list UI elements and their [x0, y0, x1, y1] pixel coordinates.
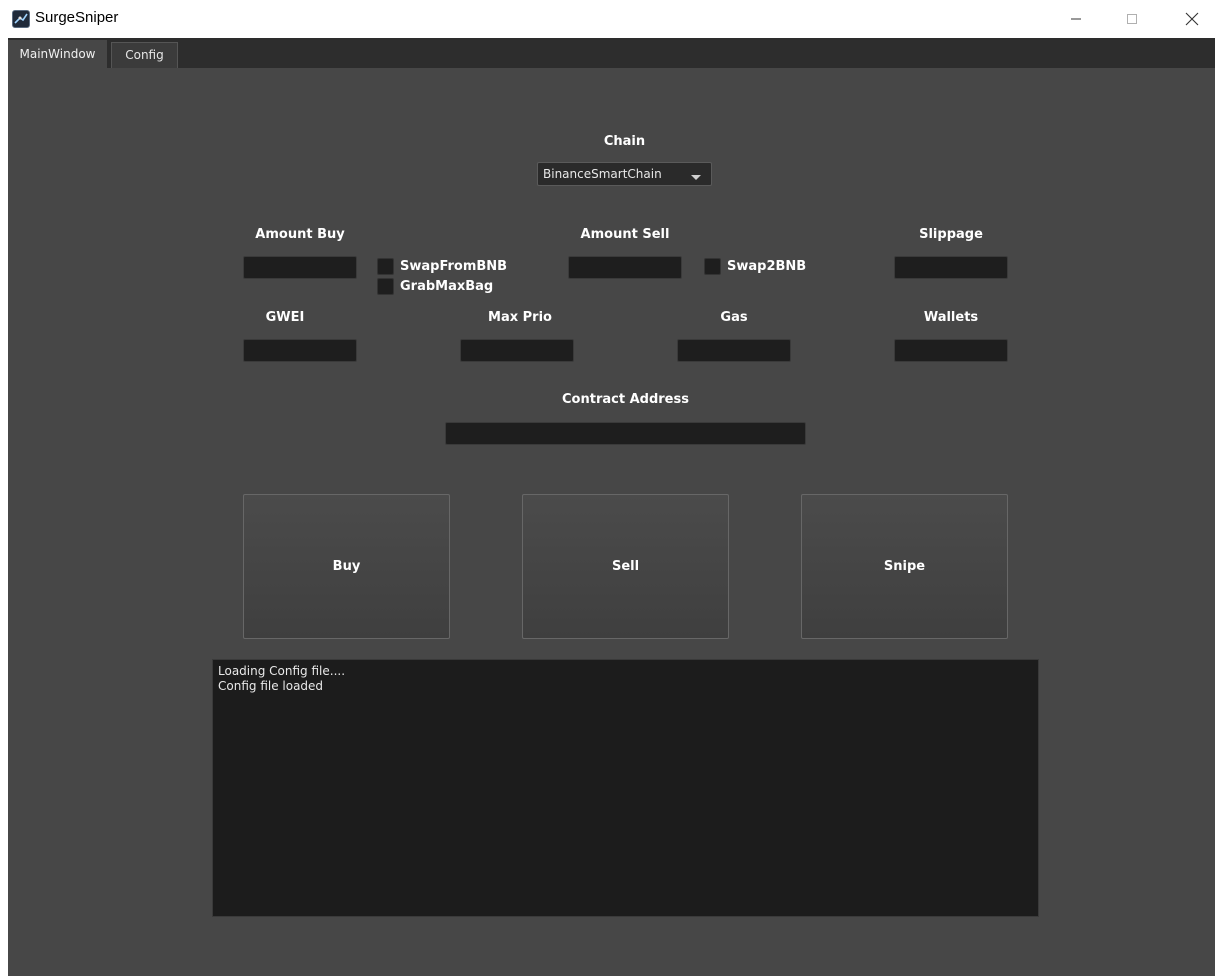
amount-buy-input[interactable] — [243, 256, 357, 279]
chevron-down-icon — [691, 170, 701, 184]
window-title: SurgeSniper — [35, 9, 119, 26]
slippage-input[interactable] — [894, 256, 1008, 279]
contract-address-input[interactable] — [445, 422, 806, 445]
snipe-button[interactable]: Snipe — [801, 494, 1008, 639]
gas-label: Gas — [720, 310, 748, 325]
swap2bnb-box[interactable] — [704, 258, 721, 275]
chain-selected-value: BinanceSmartChain — [543, 167, 662, 181]
tab-mainwindow[interactable]: MainWindow — [8, 40, 107, 68]
slippage-label: Slippage — [919, 227, 983, 242]
grab-max-bag-label: GrabMaxBag — [400, 279, 494, 294]
sell-button[interactable]: Sell — [522, 494, 729, 639]
chain-select[interactable]: BinanceSmartChain — [537, 162, 712, 186]
title-bar: SurgeSniper — [0, 0, 1215, 38]
grab-max-bag-checkbox[interactable]: GrabMaxBag — [377, 278, 493, 295]
wallets-input[interactable] — [894, 339, 1008, 362]
gwei-input[interactable] — [243, 339, 357, 362]
amount-sell-input[interactable] — [568, 256, 682, 279]
max-prio-input[interactable] — [460, 339, 574, 362]
swap-from-bnb-checkbox[interactable]: SwapFromBNB — [377, 258, 507, 275]
maximize-icon[interactable] — [1109, 0, 1155, 38]
swap-from-bnb-box[interactable] — [377, 258, 394, 275]
log-line: Loading Config file.... — [218, 664, 346, 678]
amount-sell-label: Amount Sell — [580, 227, 670, 242]
tab-strip: MainWindow Config — [8, 38, 1215, 68]
close-icon[interactable] — [1169, 0, 1215, 38]
amount-buy-label: Amount Buy — [255, 227, 345, 242]
swap2bnb-checkbox[interactable]: Swap2BNB — [704, 258, 806, 275]
gas-input[interactable] — [677, 339, 791, 362]
swap2bnb-label: Swap2BNB — [727, 259, 807, 274]
contract-address-label: Contract Address — [562, 392, 689, 407]
app-logo-icon — [12, 10, 30, 28]
chain-label: Chain — [603, 134, 646, 149]
swap-from-bnb-label: SwapFromBNB — [400, 259, 508, 274]
log-output[interactable]: Loading Config file.... Config file load… — [212, 659, 1039, 917]
wallets-label: Wallets — [923, 310, 979, 325]
grab-max-bag-box[interactable] — [377, 278, 394, 295]
log-line: Config file loaded — [218, 679, 324, 693]
minimize-icon[interactable] — [1053, 0, 1099, 38]
max-prio-label: Max Prio — [488, 310, 552, 325]
gwei-label: GWEI — [265, 310, 305, 325]
tab-config[interactable]: Config — [111, 42, 178, 68]
buy-button[interactable]: Buy — [243, 494, 450, 639]
